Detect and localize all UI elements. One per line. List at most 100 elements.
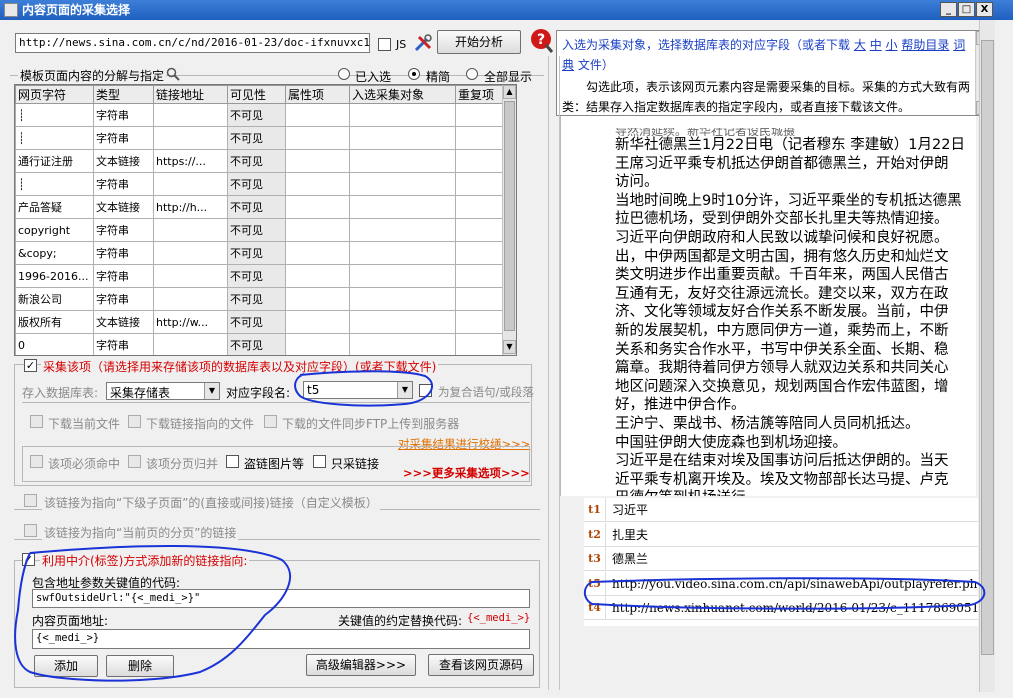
maximize-button[interactable]: □ — [958, 2, 975, 17]
view-source-button[interactable]: 查看该网页源码 — [428, 654, 534, 676]
table-cell[interactable]: 不可见 — [227, 333, 286, 355]
js-checkbox[interactable] — [378, 38, 391, 51]
table-cell[interactable] — [455, 310, 504, 334]
radio-brief[interactable] — [408, 68, 420, 80]
more-options-link[interactable]: >>>更多采集选项>>> — [403, 465, 530, 481]
add-button[interactable]: 添加 — [34, 655, 98, 677]
table-cell[interactable] — [349, 172, 456, 196]
next-level-link-checkbox[interactable] — [24, 494, 37, 507]
table-cell[interactable] — [455, 333, 504, 355]
table-cell[interactable]: 不可见 — [227, 241, 286, 265]
table-cell[interactable]: ┊ — [15, 126, 94, 150]
radio-selected-only[interactable] — [338, 68, 350, 80]
table-scrollbar[interactable]: ▲ ▼ — [502, 85, 516, 355]
table-cell[interactable]: 产品答疑 — [15, 195, 94, 219]
table-cell[interactable] — [153, 103, 228, 127]
table-cell[interactable] — [455, 218, 504, 242]
table-cell[interactable]: 不可见 — [227, 126, 286, 150]
table-cell[interactable] — [285, 264, 350, 288]
minimize-button[interactable]: _ — [940, 2, 957, 17]
table-cell[interactable]: 1996-2016... — [15, 264, 94, 288]
magnifier-icon[interactable] — [166, 67, 180, 81]
table-scroll-thumb[interactable] — [504, 101, 515, 331]
table-cell[interactable]: 字符串 — [93, 241, 154, 265]
table-cell[interactable] — [349, 126, 456, 150]
table-cell[interactable]: 文本链接 — [93, 195, 154, 219]
table-cell[interactable]: https://... — [153, 149, 228, 173]
table-row[interactable]: 版权所有 文本链接 http://w... 不可见 — [15, 310, 504, 334]
table-row[interactable]: copyright 字符串 不可见 — [15, 218, 504, 242]
compound-checkbox[interactable] — [419, 384, 432, 397]
table-cell[interactable]: 不可见 — [227, 287, 286, 311]
help-question-icon[interactable]: ? — [530, 28, 554, 54]
table-cell[interactable] — [153, 126, 228, 150]
table-cell[interactable]: 字符串 — [93, 218, 154, 242]
pane-splitter[interactable] — [548, 56, 560, 690]
table-cell[interactable]: 不可见 — [227, 172, 286, 196]
table-cell[interactable] — [349, 287, 456, 311]
table-cell[interactable]: 字符串 — [93, 126, 154, 150]
table-cell[interactable] — [285, 241, 350, 265]
result-list[interactable]: t1 习近平 t2 扎里夫 t3 德黑兰 t5 http://you.video.sina.c… — [584, 498, 978, 626]
table-cell[interactable]: ┊ — [15, 103, 94, 127]
table-cell[interactable]: 字符串 — [93, 287, 154, 311]
table-cell[interactable]: 不可见 — [227, 310, 286, 334]
window-scroll-thumb[interactable] — [981, 40, 994, 655]
table-row[interactable]: 新浪公司 字符串 不可见 — [15, 287, 504, 311]
tools-icon[interactable] — [413, 33, 433, 53]
table-cell[interactable]: 不可见 — [227, 264, 286, 288]
chevron-down-icon[interactable]: ▼ — [397, 382, 412, 398]
table-cell[interactable] — [349, 333, 456, 355]
table-cell[interactable] — [285, 103, 350, 127]
font-size-medium-link[interactable]: 中 — [870, 38, 882, 52]
radio-show-all[interactable] — [466, 68, 478, 80]
result-row-t5[interactable]: t5 http://you.video.sina.com.cn/api/sinaw… — [584, 571, 978, 596]
table-cell[interactable] — [455, 264, 504, 288]
table-cell[interactable]: 通行证注册 — [15, 149, 94, 173]
article-preview[interactable]: 导然消延续。新华社记者设民城摄 新华社德黑兰1月22日电（记者穆东 李建敏）1月… — [560, 116, 976, 496]
table-cell[interactable] — [349, 218, 456, 242]
download-current-checkbox[interactable] — [30, 415, 43, 428]
table-cell[interactable] — [285, 310, 350, 334]
result-row-t3[interactable]: t3 德黑兰 — [584, 547, 978, 571]
table-cell[interactable] — [285, 218, 350, 242]
db-table-select[interactable]: 采集存储表 ▼ — [106, 382, 220, 400]
table-cell[interactable] — [153, 333, 228, 355]
table-cell[interactable] — [455, 287, 504, 311]
table-cell[interactable] — [349, 310, 456, 334]
window-scrollbar[interactable] — [979, 20, 995, 692]
table-cell[interactable]: 文本链接 — [93, 310, 154, 334]
table-cell[interactable] — [153, 172, 228, 196]
table-cell[interactable] — [285, 333, 350, 355]
table-row[interactable]: 0 字符串 不可见 — [15, 333, 504, 355]
table-cell[interactable] — [349, 264, 456, 288]
col-header-text[interactable]: 网页字符 — [15, 85, 94, 104]
table-cell[interactable]: http://w... — [153, 310, 228, 334]
font-size-small-link[interactable]: 小 — [886, 38, 898, 52]
table-cell[interactable] — [285, 287, 350, 311]
must-hit-checkbox[interactable] — [30, 455, 43, 468]
collect-item-checkbox[interactable]: ✓ — [24, 359, 37, 372]
table-cell[interactable] — [153, 264, 228, 288]
table-row[interactable]: 1996-2016... 字符串 不可见 — [15, 264, 504, 288]
col-header-link[interactable]: 链接地址 — [153, 85, 228, 104]
table-cell[interactable] — [285, 149, 350, 173]
col-header-duplicate[interactable]: 重复项 — [455, 85, 504, 104]
col-header-attribute[interactable]: 属性项 — [285, 85, 350, 104]
table-cell[interactable] — [285, 195, 350, 219]
table-cell[interactable]: copyright — [15, 218, 94, 242]
table-cell[interactable]: ┊ — [15, 172, 94, 196]
table-cell[interactable] — [455, 172, 504, 196]
result-row-t1[interactable]: t1 习近平 — [584, 498, 978, 522]
table-cell[interactable] — [285, 172, 350, 196]
table-cell[interactable]: 不可见 — [227, 103, 286, 127]
ftp-sync-checkbox[interactable] — [264, 415, 277, 428]
table-cell[interactable] — [153, 218, 228, 242]
result-row-t4[interactable]: t4 http://news.xinhuanet.com/world/2016-0… — [584, 596, 978, 620]
table-cell[interactable]: 不可见 — [227, 218, 286, 242]
table-cell[interactable] — [349, 149, 456, 173]
table-cell[interactable]: 字符串 — [93, 333, 154, 355]
table-cell[interactable] — [153, 241, 228, 265]
download-link-file-checkbox[interactable] — [128, 415, 141, 428]
table-cell[interactable]: 字符串 — [93, 172, 154, 196]
